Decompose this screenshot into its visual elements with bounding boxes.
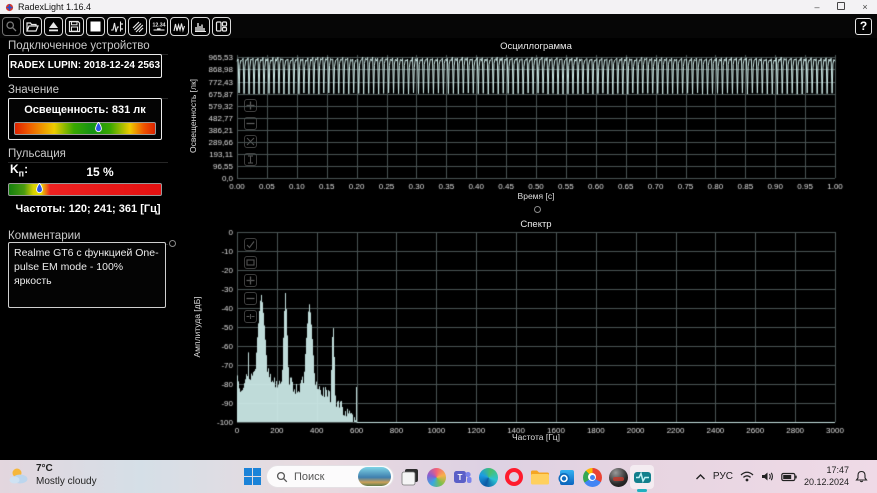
floppy-icon — [68, 20, 81, 33]
pulsation-marker-icon — [36, 183, 43, 194]
start-button[interactable] — [243, 467, 262, 486]
weather-icon — [8, 466, 30, 486]
kp-label: Kп: — [10, 162, 28, 178]
app-logo-icon — [5, 3, 14, 12]
numeric-display-icon: 12.34 — [152, 20, 166, 33]
tray-chevron-up-icon[interactable] — [695, 473, 706, 481]
window-titlebar: RadexLight 1.16.4 – × — [0, 0, 877, 14]
device-section-title: Подключенное устройство — [8, 40, 168, 55]
magnifier-icon — [5, 20, 18, 33]
tray-date: 20.12.2024 — [804, 477, 849, 488]
pulsation-frequencies: Частоты: 120; 241; 361 [Гц] — [0, 203, 176, 215]
svg-text:T: T — [457, 473, 462, 482]
help-button[interactable]: ? — [855, 18, 872, 35]
minimize-button[interactable]: – — [805, 0, 829, 14]
svg-text:12.34: 12.34 — [152, 22, 165, 28]
stop-square-icon — [89, 20, 102, 33]
search-highlight-image[interactable] — [358, 467, 391, 486]
value-section-title: Значение — [8, 84, 168, 99]
comment-input[interactable]: Realme GT6 с функцией One-pulse EM mode … — [8, 242, 166, 308]
pulse-measure-button[interactable] — [107, 17, 126, 36]
eject-icon — [47, 20, 60, 33]
spectrum-xlabel: Частота [Гц] — [237, 432, 835, 442]
taskbar-edge-icon[interactable] — [476, 465, 500, 489]
eject-button[interactable] — [44, 17, 63, 36]
layout-panels-icon — [215, 20, 228, 33]
weather-desc: Mostly cloudy — [36, 476, 97, 489]
taskbar-task-view-icon[interactable] — [398, 465, 422, 489]
kp-value: 15 % — [40, 165, 160, 179]
taskbar-opera-icon[interactable] — [502, 465, 526, 489]
device-name-box: RADEX LUPIN: 2018-12-24 2563 — [8, 54, 162, 78]
spectrum-ylabel: Амплитуда [дБ] — [192, 296, 202, 357]
panel-splitter-handle[interactable] — [169, 240, 176, 247]
notification-bell-icon[interactable] — [855, 470, 868, 483]
tray-language[interactable]: РУС — [713, 471, 733, 482]
wifi-icon[interactable] — [740, 471, 754, 482]
tray-time: 17:47 — [804, 465, 849, 476]
stop-measurement-button[interactable] — [86, 17, 105, 36]
bar-chart-icon — [194, 20, 207, 33]
oscillogram-plot[interactable] — [185, 40, 877, 212]
search-icon — [276, 471, 288, 483]
battery-icon[interactable] — [781, 472, 797, 482]
save-button[interactable] — [65, 17, 84, 36]
search-input[interactable]: Поиск — [266, 465, 394, 488]
taskbar-chrome-icon[interactable] — [580, 465, 604, 489]
open-file-button[interactable] — [23, 17, 42, 36]
illuminance-scale-bar — [14, 122, 156, 135]
waveform-icon — [173, 20, 186, 33]
zoom-search-button[interactable] — [2, 17, 21, 36]
illuminance-value: Освещенность: 831 лк — [9, 104, 161, 116]
window-title: RadexLight 1.16.4 — [18, 2, 91, 12]
taskbar-outlook-icon[interactable] — [554, 465, 578, 489]
taskbar-teams-icon[interactable]: T — [450, 465, 474, 489]
close-button[interactable]: × — [853, 0, 877, 14]
tray-clock[interactable]: 17:47 20.12.2024 — [804, 465, 849, 488]
spectrum-plot[interactable] — [185, 216, 877, 446]
illuminance-marker-icon — [95, 122, 102, 133]
taskbar-dark-app-icon[interactable] — [606, 465, 630, 489]
oscillogram-view-button[interactable] — [170, 17, 189, 36]
oscillogram-title: Осциллограмма — [237, 41, 835, 52]
hand-wave-icon — [131, 20, 144, 33]
windows-taskbar: 7°CMostly cloudy Поиск T РУС — [0, 460, 877, 493]
taskbar-copilot-icon[interactable] — [424, 465, 448, 489]
oscillogram-ylabel: Освещенность [лк] — [188, 79, 198, 153]
spectrum-title: Спектр — [237, 219, 835, 230]
system-tray: РУС 17:47 20.12.2024 — [695, 460, 877, 493]
numeric-display-button[interactable]: 12.34 — [149, 17, 168, 36]
main-toolbar: 12.34 ? — [0, 14, 877, 38]
maximize-button[interactable] — [829, 0, 853, 14]
taskbar-radexlight-icon-active[interactable] — [630, 465, 654, 489]
taskbar-file-explorer-icon[interactable] — [528, 465, 552, 489]
pulsation-scale-bar — [8, 183, 162, 196]
open-folder-icon — [26, 20, 39, 33]
pulsation-section-title: Пульсация — [8, 148, 168, 163]
weather-temp: 7°C — [36, 463, 97, 476]
search-placeholder: Поиск — [294, 471, 358, 483]
speaker-icon[interactable] — [761, 471, 774, 482]
layout-panels-button[interactable] — [212, 17, 231, 36]
weather-widget[interactable]: 7°CMostly cloudy — [8, 463, 97, 488]
oscillogram-xlabel: Время [с] — [237, 191, 835, 201]
value-box: Освещенность: 831 лк — [8, 98, 162, 140]
hand-wave-button[interactable] — [128, 17, 147, 36]
pulse-cursor-icon — [110, 20, 123, 33]
spectrum-view-button[interactable] — [191, 17, 210, 36]
